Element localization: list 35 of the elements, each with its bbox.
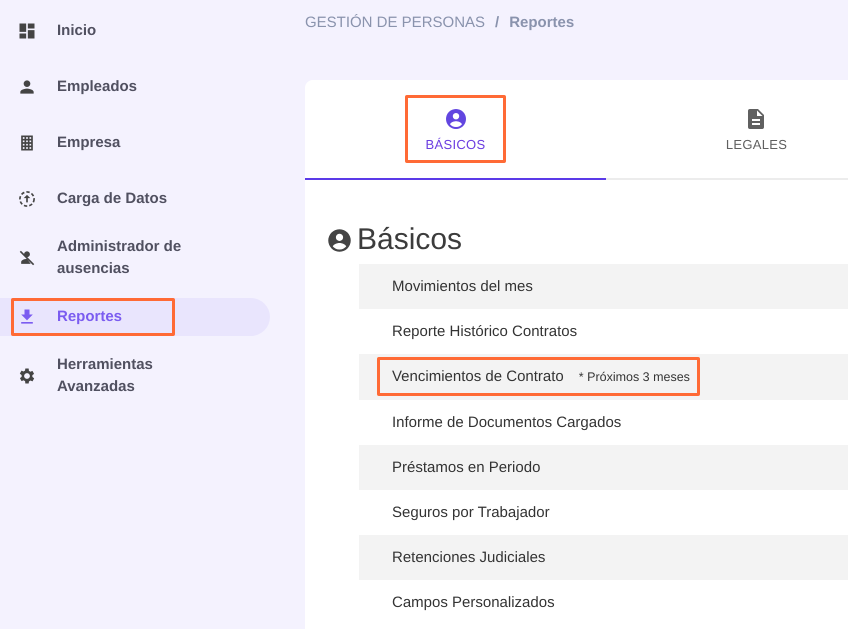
- account-icon: [326, 226, 353, 254]
- report-name: Campos Personalizados: [392, 594, 555, 612]
- upload-icon: [17, 189, 37, 209]
- report-name: Reporte Histórico Contratos: [392, 323, 578, 340]
- sidebar-item[interactable]: Carga de Datos: [0, 180, 270, 218]
- person-off-icon: [17, 248, 37, 268]
- report-name: Vencimientos de Contrato: [392, 368, 564, 386]
- dashboard-icon: [17, 21, 37, 41]
- account-icon: [444, 107, 468, 131]
- report-name: Informe de Documentos Cargados: [392, 414, 622, 431]
- sidebar-item[interactable]: Reportes: [0, 298, 270, 336]
- sidebar-item[interactable]: Administrador de ausencias: [0, 236, 270, 280]
- tab[interactable]: LEGALES: [606, 80, 848, 180]
- settings-icon: [17, 366, 37, 386]
- sidebar-item[interactable]: Herramientas Avanzadas: [0, 354, 270, 398]
- report-row[interactable]: Vencimientos de Contrato * Próximos 3 meses: [359, 354, 848, 400]
- sidebar-item[interactable]: Inicio: [0, 12, 270, 50]
- report-row[interactable]: Seguros por Trabajador: [359, 490, 848, 536]
- report-row[interactable]: Movimientos del mes: [359, 264, 848, 310]
- report-row[interactable]: Reporte Histórico Contratos: [359, 309, 848, 354]
- breadcrumb-current: Reportes: [509, 14, 574, 31]
- report-note: * Próximos 3 meses: [578, 370, 690, 384]
- report-name: Movimientos del mes: [392, 278, 533, 296]
- report-row[interactable]: Campos Personalizados: [359, 580, 848, 626]
- report-name: Préstamos en Periodo: [392, 458, 540, 476]
- report-row[interactable]: Préstamos en Periodo: [359, 444, 848, 490]
- report-row[interactable]: Retenciones Judiciales: [359, 535, 848, 580]
- report-name: Seguros por Trabajador: [392, 504, 550, 522]
- sidebar-item[interactable]: Empresa: [0, 124, 270, 162]
- section-title: Básicos: [357, 222, 462, 258]
- breadcrumb-separator: /: [495, 14, 500, 31]
- tab[interactable]: BÁSICOS: [305, 80, 606, 180]
- sidebar-item[interactable]: Empleados: [0, 68, 270, 106]
- report-row[interactable]: Informe de Documentos Cargados: [359, 400, 848, 445]
- report-name: Retenciones Judiciales: [392, 549, 546, 566]
